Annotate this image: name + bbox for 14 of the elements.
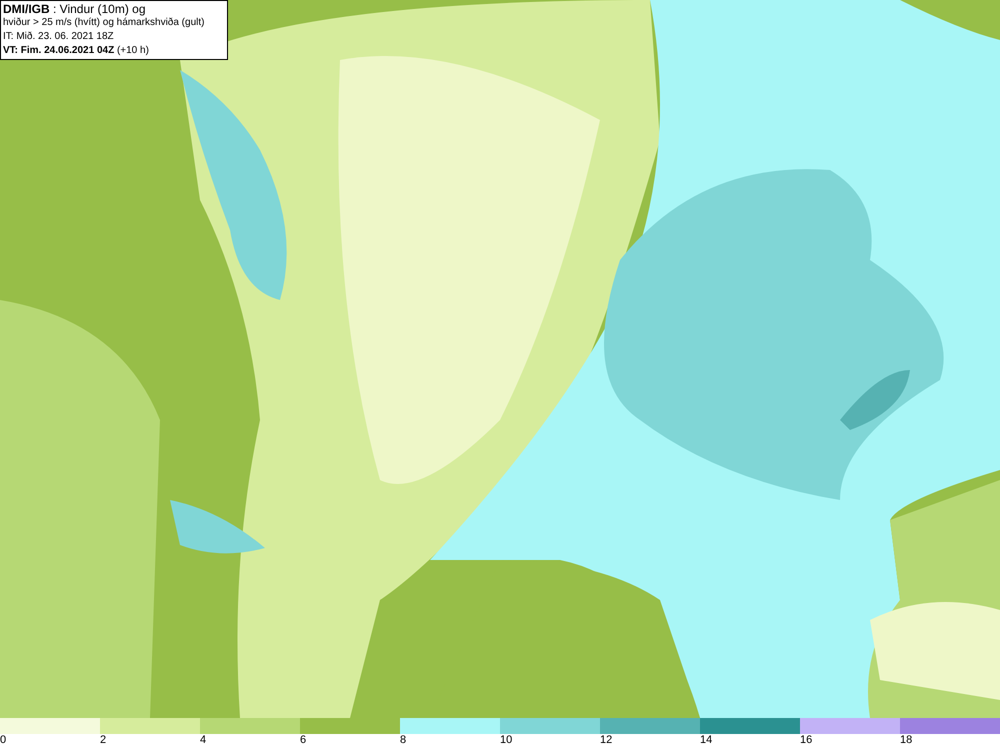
scale-label: 8 (400, 734, 406, 747)
title-line: hviður > 25 m/s (hvítt) og hámarkshviða (gult) (3, 16, 206, 30)
title-line: VT: Fim. 24.06.2021 04Z (+10 h) (3, 44, 150, 58)
scale-label: 6 (300, 734, 306, 747)
scale-label: 0 (0, 734, 6, 747)
title-line: IT: Mið. 23. 06. 2021 18Z (3, 30, 115, 44)
title-line: DMI/IGB : Vindur (10m) og (3, 2, 146, 16)
scale-label: 4 (200, 734, 206, 747)
scale-label: 12 (600, 734, 612, 747)
scale-label: 2 (100, 734, 106, 747)
scale-label: 10 (500, 734, 512, 747)
scale-label: 18 (900, 734, 912, 747)
scale-label: 16 (800, 734, 812, 747)
scale-label: 14 (700, 734, 712, 747)
